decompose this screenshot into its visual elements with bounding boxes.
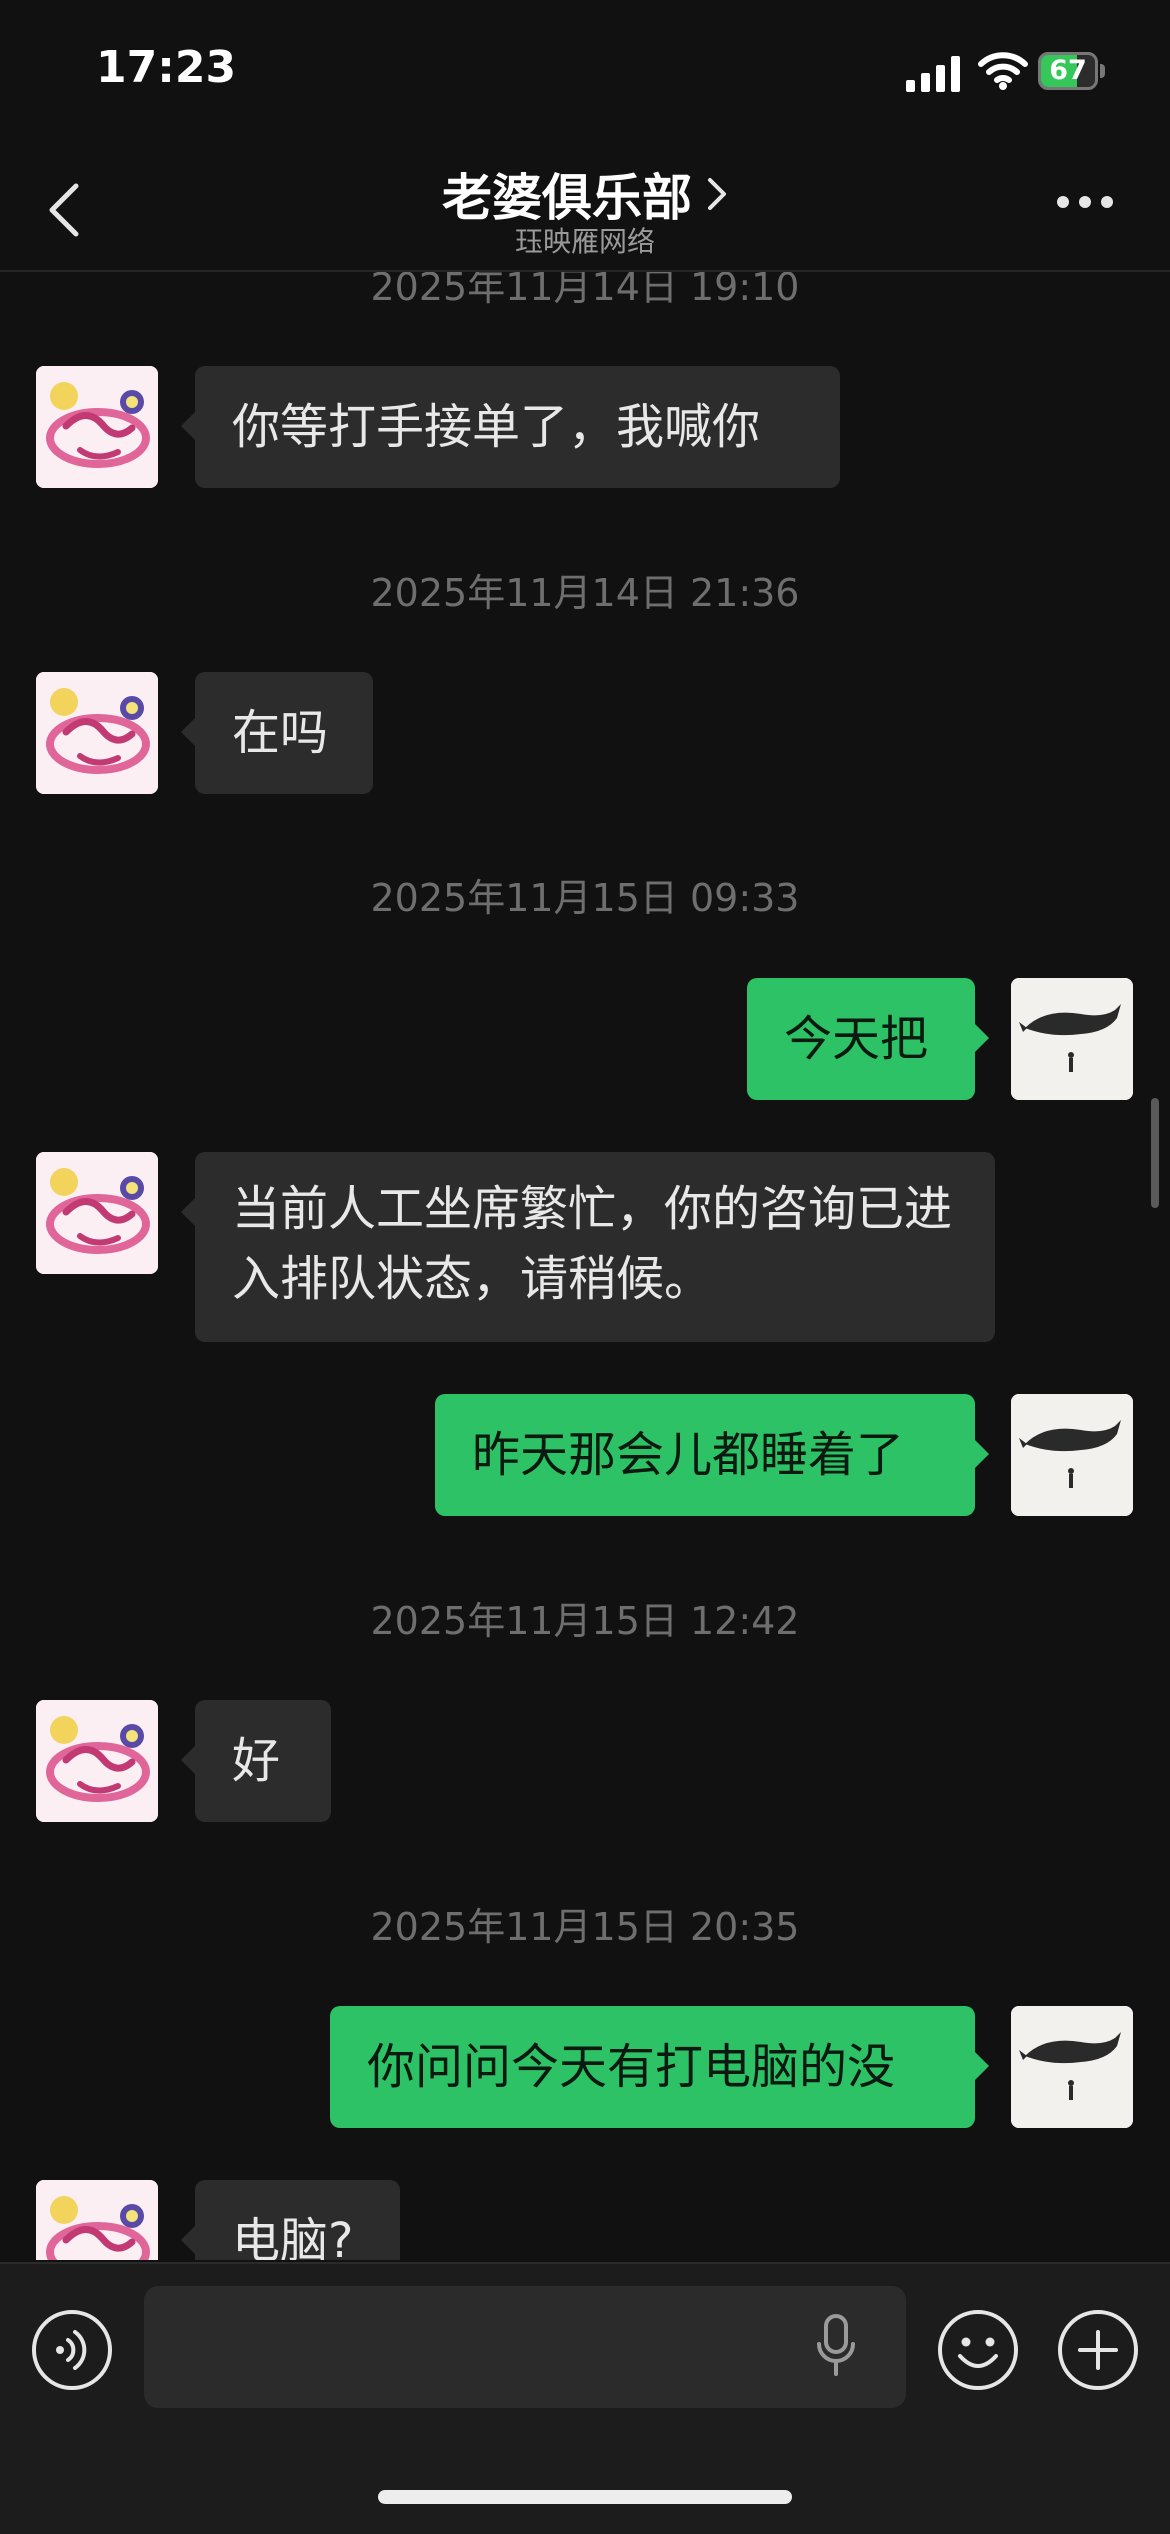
my-avatar-image <box>1011 2006 1133 2128</box>
chevron-right-icon[interactable] <box>706 176 728 212</box>
voice-icon[interactable] <box>30 2308 114 2392</box>
wifi-icon <box>978 52 1028 90</box>
message-input[interactable] <box>144 2286 906 2408</box>
incoming-message-bubble[interactable]: 当前人工坐席繁忙，你的咨询已进入排队状态，请稍候。 <box>181 1152 995 1342</box>
battery-indicator: 67 <box>1038 52 1108 92</box>
incoming-message-bubble[interactable]: 电脑? <box>181 2180 400 2260</box>
message-timestamp: 2025年11月14日 19:10 <box>370 272 800 309</box>
input-bar <box>0 2262 1170 2534</box>
contact-avatar-image <box>36 672 158 794</box>
contact-avatar-image <box>36 1152 158 1274</box>
message-timestamp: 2025年11月15日 09:33 <box>370 876 800 920</box>
emoji-icon[interactable] <box>936 2308 1020 2392</box>
microphone-icon[interactable] <box>816 2314 856 2378</box>
home-indicator[interactable] <box>378 2490 792 2504</box>
contact-avatar[interactable] <box>36 1152 158 1274</box>
incoming-message-bubble[interactable]: 在吗 <box>181 672 373 794</box>
outgoing-message-bubble[interactable]: 今天把 <box>747 978 989 1100</box>
status-bar: 17:23 67 <box>0 0 1170 140</box>
message-timestamp: 2025年11月15日 12:42 <box>370 1599 800 1643</box>
contact-avatar[interactable] <box>36 366 158 488</box>
contact-avatar[interactable] <box>36 2180 158 2260</box>
my-avatar[interactable] <box>1011 2006 1133 2128</box>
chat-header: 老婆俱乐部 珏映雁网络 <box>0 140 1170 272</box>
my-avatar[interactable] <box>1011 978 1133 1100</box>
my-avatar-image <box>1011 978 1133 1100</box>
my-avatar-image <box>1011 1394 1133 1516</box>
contact-avatar-image <box>36 1700 158 1822</box>
message-list[interactable]: 2025年11月14日 19:10 你等打手接单了，我喊你 2025年11月14… <box>0 272 1170 2260</box>
contact-avatar[interactable] <box>36 1700 158 1822</box>
message-timestamp: 2025年11月15日 20:35 <box>370 1905 800 1949</box>
outgoing-message-bubble[interactable]: 昨天那会儿都睡着了 <box>435 1394 989 1516</box>
incoming-message-bubble[interactable]: 好 <box>181 1700 331 1822</box>
message-timestamp: 2025年11月14日 21:36 <box>370 571 800 615</box>
scrollbar[interactable] <box>1151 1098 1159 1208</box>
plus-icon[interactable] <box>1056 2308 1140 2392</box>
more-dots-icon[interactable] <box>1055 192 1115 212</box>
cellular-signal-icon <box>906 56 960 92</box>
contact-avatar[interactable] <box>36 672 158 794</box>
chat-subtitle: 珏映雁网络 <box>514 225 655 258</box>
contact-avatar-image <box>36 366 158 488</box>
battery-level: 67 <box>1049 55 1087 86</box>
my-avatar[interactable] <box>1011 1394 1133 1516</box>
status-time: 17:23 <box>96 42 237 93</box>
contact-avatar-image <box>36 2180 158 2260</box>
outgoing-message-bubble[interactable]: 你问问今天有打电脑的没 <box>330 2006 989 2128</box>
incoming-message-bubble[interactable]: 你等打手接单了，我喊你 <box>181 366 840 488</box>
